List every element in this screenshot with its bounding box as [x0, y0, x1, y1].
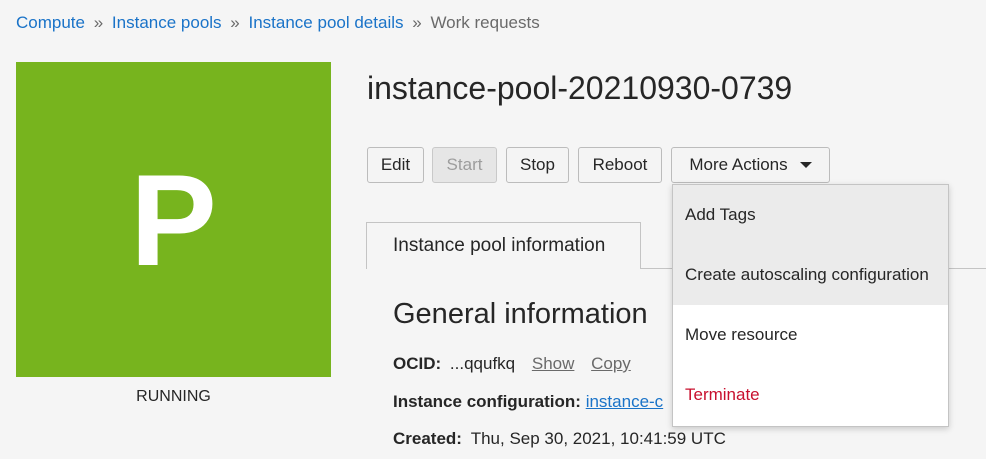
instance-configuration-row: Instance configuration: instance-c: [393, 392, 663, 412]
breadcrumb-instance-pools[interactable]: Instance pools: [112, 13, 222, 32]
page-title: instance-pool-20210930-0739: [367, 70, 793, 106]
more-actions-button[interactable]: More Actions: [671, 147, 830, 183]
created-value: Thu, Sep 30, 2021, 10:41:59 UTC: [470, 429, 726, 448]
tab-label: Instance pool information: [393, 235, 606, 256]
more-actions-label: More Actions: [689, 155, 788, 174]
created-row: Created: Thu, Sep 30, 2021, 10:41:59 UTC: [393, 429, 726, 449]
instance-configuration-label: Instance configuration:: [393, 392, 581, 411]
menu-item-move-resource[interactable]: Move resource: [673, 305, 948, 365]
ocid-row: OCID: ...qqufkq Show Copy: [393, 354, 631, 374]
ocid-label: OCID:: [393, 354, 442, 373]
status-label: RUNNING: [136, 388, 211, 405]
edit-button[interactable]: Edit: [367, 147, 424, 183]
more-actions-menu: Add Tags Create autoscaling configuratio…: [672, 184, 949, 427]
breadcrumb-separator: »: [412, 13, 422, 32]
ocid-copy-link[interactable]: Copy: [591, 354, 631, 373]
menu-item-add-tags[interactable]: Add Tags: [673, 185, 948, 245]
breadcrumb-separator: »: [230, 13, 240, 32]
menu-item-terminate[interactable]: Terminate: [673, 365, 948, 425]
breadcrumb-current: Work requests: [430, 13, 540, 32]
instance-configuration-link[interactable]: instance-c: [586, 392, 663, 411]
section-heading: General information: [393, 298, 648, 330]
tab-instance-pool-information[interactable]: Instance pool information: [366, 222, 641, 269]
breadcrumb: Compute » Instance pools » Instance pool…: [16, 13, 540, 33]
reboot-button[interactable]: Reboot: [578, 147, 662, 183]
badge-letter: P: [130, 146, 217, 293]
breadcrumb-instance-pool-details[interactable]: Instance pool details: [249, 13, 404, 32]
start-button[interactable]: Start: [432, 147, 497, 183]
ocid-show-link[interactable]: Show: [532, 354, 575, 373]
stop-button[interactable]: Stop: [506, 147, 569, 183]
ocid-value: ...qqufkq: [449, 354, 516, 373]
menu-item-create-autoscaling-configuration[interactable]: Create autoscaling configuration: [673, 245, 948, 305]
caret-down-icon: [799, 162, 812, 168]
breadcrumb-separator: »: [93, 13, 104, 32]
resource-badge: P: [16, 62, 331, 377]
created-label: Created:: [393, 429, 462, 448]
breadcrumb-compute[interactable]: Compute: [16, 13, 85, 32]
